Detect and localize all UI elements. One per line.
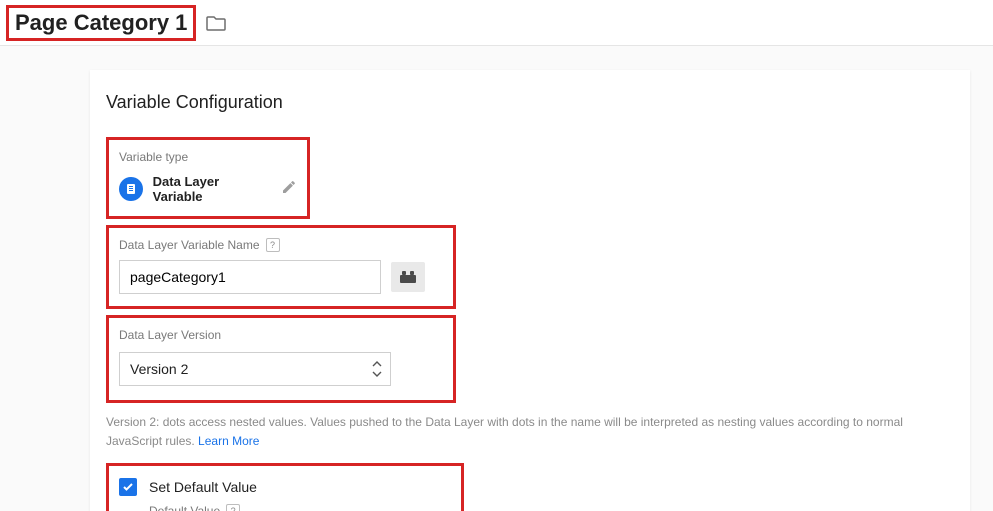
- edit-variable-type-button[interactable]: [281, 179, 297, 200]
- dlv-version-value: Version 2: [130, 361, 188, 377]
- variable-type-section: Variable type Data Layer Variable: [106, 137, 310, 219]
- dlv-name-input[interactable]: [119, 260, 381, 294]
- version-note: Version 2: dots access nested values. Va…: [106, 413, 954, 451]
- help-icon[interactable]: ?: [266, 238, 280, 252]
- dlv-name-section: Data Layer Variable Name ?: [106, 225, 456, 309]
- set-default-value-checkbox[interactable]: [119, 478, 137, 496]
- chevron-down-icon: [372, 361, 382, 380]
- panel-title: Variable Configuration: [106, 92, 954, 113]
- topbar: Page Category 1: [0, 0, 993, 46]
- data-layer-variable-icon: [119, 177, 143, 201]
- dlv-name-label: Data Layer Variable Name: [119, 238, 260, 252]
- dlv-version-section: Data Layer Version Version 2: [106, 315, 456, 403]
- variable-title[interactable]: Page Category 1: [6, 5, 196, 41]
- default-value-label: Default Value: [149, 504, 220, 511]
- default-value-section: Set Default Value Default Value ?: [106, 463, 464, 511]
- variable-type-label: Variable type: [119, 150, 297, 164]
- folder-icon[interactable]: [206, 15, 226, 31]
- dlv-version-label: Data Layer Version: [119, 328, 443, 342]
- learn-more-link[interactable]: Learn More: [198, 434, 259, 448]
- set-default-value-label: Set Default Value: [149, 479, 257, 495]
- dlv-version-select[interactable]: Version 2: [119, 352, 391, 386]
- help-icon[interactable]: ?: [226, 504, 240, 511]
- variable-configuration-panel: Variable Configuration Variable type Dat…: [90, 70, 970, 511]
- insert-variable-button[interactable]: [391, 262, 425, 292]
- variable-type-value: Data Layer Variable: [153, 174, 271, 204]
